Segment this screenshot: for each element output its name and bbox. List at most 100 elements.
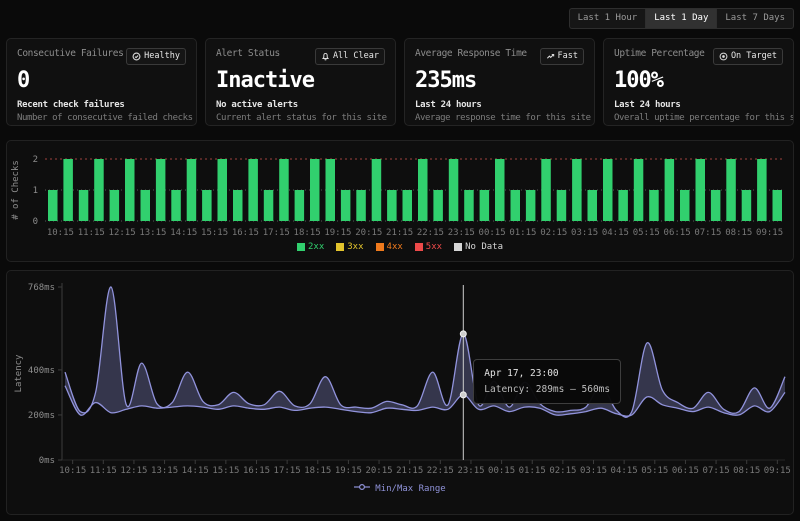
svg-text:05:15: 05:15 <box>633 228 660 238</box>
legend-item-3xx: 3xx <box>336 242 363 252</box>
stats-row: Consecutive Failures Healthy 0 Recent ch… <box>6 38 794 126</box>
svg-text:200ms: 200ms <box>28 411 55 421</box>
time-range-selector: Last 1 Hour Last 1 Day Last 7 Days <box>569 8 794 29</box>
card-uptime-percentage: Uptime Percentage On Target 100% Last 24… <box>603 38 794 126</box>
svg-text:20:15: 20:15 <box>355 228 382 238</box>
legend-swatch <box>297 243 305 251</box>
tooltip-latency-range: Latency: 289ms – 560ms <box>484 384 610 395</box>
svg-text:06:15: 06:15 <box>672 466 699 476</box>
stat-description: Average response time for this site <box>415 113 584 123</box>
legend-item-2xx: 2xx <box>297 242 324 252</box>
legend-label: 4xx <box>387 242 403 252</box>
legend-swatch <box>454 243 462 251</box>
time-range-last-1-day[interactable]: Last 1 Day <box>645 8 716 29</box>
card-average-response-time: Average Response Time Fast 235ms Last 24… <box>404 38 595 126</box>
svg-text:03:15: 03:15 <box>571 228 598 238</box>
legend-label: No Data <box>465 242 503 252</box>
minmax-legend-label: Min/Max Range <box>375 484 445 494</box>
svg-text:10:15: 10:15 <box>47 228 74 238</box>
svg-text:23:15: 23:15 <box>448 228 475 238</box>
stat-description: Number of consecutive failed checks <box>17 113 186 123</box>
stat-subtitle: No active alerts <box>216 100 385 110</box>
all-clear-badge: All Clear <box>315 48 385 65</box>
badge-label: Fast <box>558 52 578 61</box>
svg-text:18:15: 18:15 <box>294 228 321 238</box>
card-alert-status: Alert Status All Clear Inactive No activ… <box>205 38 396 126</box>
healthy-badge: Healthy <box>126 48 186 65</box>
stat-value: 0 <box>17 68 186 93</box>
svg-text:19:15: 19:15 <box>335 466 362 476</box>
stat-subtitle: Last 24 hours <box>614 100 783 110</box>
stat-subtitle: Recent check failures <box>17 100 186 110</box>
svg-text:15:15: 15:15 <box>212 466 239 476</box>
svg-text:0ms: 0ms <box>39 456 55 466</box>
card-title: Average Response Time <box>415 48 527 59</box>
stat-value: 235ms <box>415 68 584 93</box>
svg-text:16:15: 16:15 <box>232 228 259 238</box>
svg-text:07:15: 07:15 <box>703 466 730 476</box>
on-target-badge: On Target <box>713 48 783 65</box>
svg-text:18:15: 18:15 <box>304 466 331 476</box>
time-range-last-7-days[interactable]: Last 7 Days <box>716 8 794 29</box>
badge-label: Healthy <box>144 52 180 61</box>
status-code-legend: 2xx 3xx 4xx 5xx No Data <box>7 242 793 252</box>
legend-label: 3xx <box>347 242 363 252</box>
svg-text:12:15: 12:15 <box>109 228 136 238</box>
svg-text:# of Checks: # of Checks <box>11 160 21 220</box>
svg-text:0: 0 <box>33 217 38 227</box>
svg-text:14:15: 14:15 <box>170 228 197 238</box>
svg-text:03:15: 03:15 <box>580 466 607 476</box>
trend-up-icon <box>546 52 555 61</box>
target-icon <box>719 52 728 61</box>
svg-text:09:15: 09:15 <box>756 228 783 238</box>
legend-item-4xx: 4xx <box>376 242 403 252</box>
svg-text:17:15: 17:15 <box>263 228 290 238</box>
svg-text:15:15: 15:15 <box>201 228 228 238</box>
legend-item-5xx: 5xx <box>415 242 442 252</box>
legend-swatch <box>336 243 344 251</box>
card-title: Uptime Percentage <box>614 48 704 59</box>
svg-text:2: 2 <box>33 155 38 165</box>
svg-text:01:15: 01:15 <box>519 466 546 476</box>
svg-text:05:15: 05:15 <box>641 466 668 476</box>
card-title: Alert Status <box>216 48 280 59</box>
latency-chart[interactable]: 0ms200ms400ms768ms10:1511:1512:1513:1514… <box>7 275 793 481</box>
stat-value: 100% <box>614 68 783 93</box>
svg-text:20:15: 20:15 <box>365 466 392 476</box>
svg-text:02:15: 02:15 <box>540 228 567 238</box>
bell-icon <box>321 52 330 61</box>
svg-text:00:15: 00:15 <box>479 228 506 238</box>
svg-text:21:15: 21:15 <box>386 228 413 238</box>
svg-text:23:15: 23:15 <box>457 466 484 476</box>
svg-text:08:15: 08:15 <box>733 466 760 476</box>
svg-text:07:15: 07:15 <box>694 228 721 238</box>
stat-value: Inactive <box>216 68 385 93</box>
svg-text:04:15: 04:15 <box>602 228 629 238</box>
badge-label: On Target <box>731 52 777 61</box>
stat-description: Current alert status for this site <box>216 113 385 123</box>
minmax-legend-icon <box>354 483 370 494</box>
svg-text:14:15: 14:15 <box>182 466 209 476</box>
minmax-legend: Min/Max Range <box>7 483 793 494</box>
svg-text:Latency: Latency <box>14 354 24 393</box>
svg-text:22:15: 22:15 <box>417 228 444 238</box>
svg-text:06:15: 06:15 <box>664 228 691 238</box>
checks-bar-chart-panel: 01210:1511:1512:1513:1514:1515:1516:1517… <box>6 140 794 262</box>
svg-text:02:15: 02:15 <box>549 466 576 476</box>
svg-text:08:15: 08:15 <box>725 228 752 238</box>
legend-label: 2xx <box>308 242 324 252</box>
checks-bar-chart[interactable]: 01210:1511:1512:1513:1514:1515:1516:1517… <box>7 145 793 241</box>
svg-text:400ms: 400ms <box>28 366 55 376</box>
card-consecutive-failures: Consecutive Failures Healthy 0 Recent ch… <box>6 38 197 126</box>
svg-text:21:15: 21:15 <box>396 466 423 476</box>
svg-text:01:15: 01:15 <box>509 228 536 238</box>
svg-text:09:15: 09:15 <box>764 466 791 476</box>
svg-text:1: 1 <box>33 186 38 196</box>
time-range-last-1-hour[interactable]: Last 1 Hour <box>569 8 646 29</box>
svg-text:19:15: 19:15 <box>324 228 351 238</box>
legend-label: 5xx <box>426 242 442 252</box>
svg-text:10:15: 10:15 <box>59 466 86 476</box>
legend-swatch <box>376 243 384 251</box>
svg-text:04:15: 04:15 <box>611 466 638 476</box>
svg-text:13:15: 13:15 <box>151 466 178 476</box>
